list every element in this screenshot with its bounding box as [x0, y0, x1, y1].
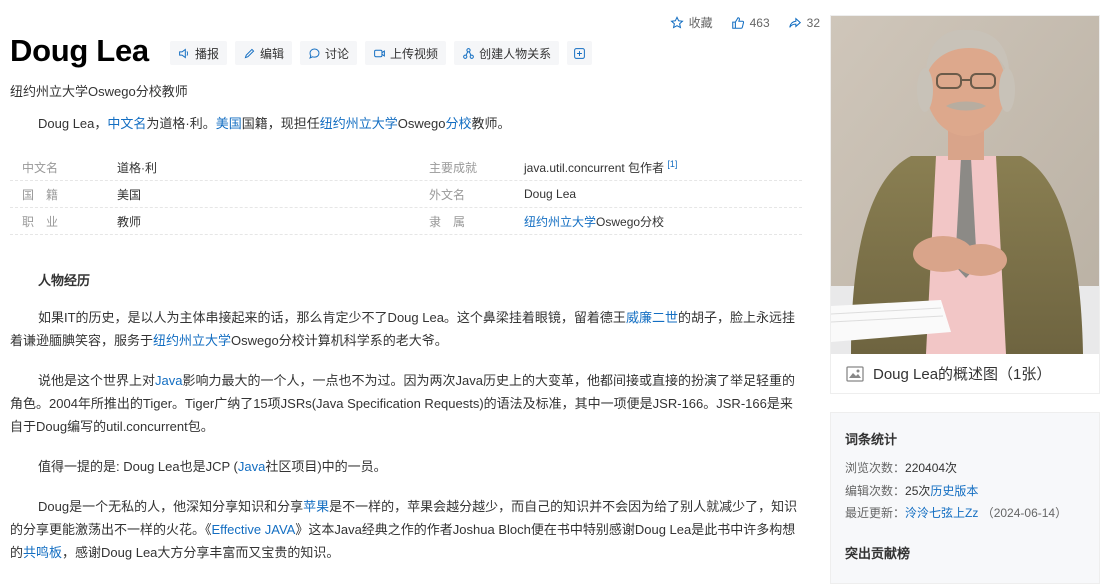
info-value-link-suny[interactable]: 纽约州立大学	[524, 215, 596, 229]
updated-by-link[interactable]: 泠泠七弦上Zz	[905, 506, 978, 520]
photo-caption[interactable]: Doug Lea的概述图（1张）	[845, 363, 1051, 384]
link-apple[interactable]: 苹果	[303, 499, 329, 514]
info-row: 国 籍 美国 外文名 Doug Lea	[10, 181, 802, 208]
overview-photo-card[interactable]: Doug Lea的概述图（1张）	[830, 15, 1100, 394]
summary-link-chinese-name[interactable]: 中文名	[107, 116, 146, 131]
info-key: 外文名	[429, 187, 466, 202]
info-row: 职 业 教师 隶 属 纽约州立大学Oswego分校	[10, 208, 802, 235]
views-label: 浏览次数：	[845, 461, 906, 475]
summary-link-campus[interactable]: 分校	[446, 116, 472, 131]
updated-label: 最近更新：	[845, 506, 906, 520]
favorite-button[interactable]: 收藏	[669, 14, 713, 31]
paragraph-text: 如果IT的历史，是以人为主体串接起来的话，那么肯定少不了Doug Lea。这个鼻…	[38, 310, 626, 325]
link-wilhelm-ii[interactable]: 威廉二世	[626, 310, 678, 325]
citation-link[interactable]: [1]	[667, 159, 677, 169]
create-relation-label: 创建人物关系	[479, 46, 552, 61]
video-camera-icon	[374, 49, 385, 57]
relation-graph-icon	[463, 47, 474, 59]
views-line: 浏览次数：220404次	[845, 459, 957, 476]
entry-toolbar: 播报 编辑 讨论 上传视频 创建人物关系	[170, 41, 593, 65]
info-value: java.util.concurrent 包作者 [1]	[524, 159, 677, 176]
updated-date: （2024-06-14）	[981, 506, 1068, 520]
info-key: 主要成就	[429, 160, 478, 175]
chat-bubble-icon	[309, 48, 320, 59]
image-gallery-icon	[846, 365, 864, 382]
person-photo[interactable]	[831, 16, 1099, 354]
summary-link-usa[interactable]: 美国	[216, 116, 242, 131]
edit-button[interactable]: 编辑	[235, 41, 293, 65]
last-updated-line: 最近更新：泠泠七弦上Zz （2024-06-14）	[845, 504, 1067, 521]
info-value-text: java.util.concurrent 包作者	[524, 160, 665, 175]
discuss-button[interactable]: 讨论	[300, 41, 358, 65]
link-suny[interactable]: 纽约州立大学	[153, 333, 231, 348]
create-relation-button[interactable]: 创建人物关系	[454, 41, 560, 65]
link-java[interactable]: Java	[238, 459, 265, 474]
discuss-label: 讨论	[325, 46, 350, 61]
share-icon	[788, 16, 801, 28]
info-value-text: Oswego分校	[596, 214, 665, 229]
info-value-link-usa[interactable]: 美国	[117, 186, 417, 203]
photo-caption-text: Doug Lea的概述图（1张）	[873, 366, 1052, 383]
info-key: 中文名	[22, 160, 59, 175]
upload-video-label: 上传视频	[390, 46, 439, 61]
article-paragraph: 说他是这个世界上对Java影响力最大的一个人，一点也不为过。因为两次Java历史…	[10, 369, 800, 438]
entry-subtitle: 纽约州立大学Oswego分校教师	[10, 84, 188, 99]
edit-label: 编辑	[260, 46, 285, 61]
paragraph-text: Doug是一个无私的人，他深知分享知识和分享	[38, 499, 304, 514]
like-count: 463	[749, 15, 770, 30]
more-tools-button[interactable]	[567, 41, 593, 65]
history-versions-link[interactable]: 历史版本	[930, 484, 978, 498]
paragraph-text: 值得一提的是: Doug Lea也是JCP (	[38, 459, 238, 474]
summary-text: 为道格·利。	[146, 116, 216, 131]
plus-square-icon	[574, 47, 585, 59]
edits-value: 25次	[905, 484, 931, 498]
summary-text: 国籍，现担任	[241, 116, 320, 131]
person-photo-illustration	[831, 16, 1099, 354]
link-effective-java[interactable]: Effective JAVA	[212, 522, 296, 537]
section-heading: 人物经历	[38, 273, 91, 288]
article-paragraph: 如果IT的历史，是以人为主体串接起来的话，那么肯定少不了Doug Lea。这个鼻…	[10, 306, 800, 352]
article-paragraph: Doug是一个无私的人，他深知分享知识和分享苹果是不一样的，苹果会越分越少，而自…	[10, 495, 800, 564]
favorite-label: 收藏	[688, 16, 713, 30]
link-sounding-board[interactable]: 共鸣板	[23, 545, 62, 560]
link-java[interactable]: Java	[155, 373, 182, 388]
info-key: 职 业	[22, 214, 59, 229]
entry-stats-bar: 收藏 463 32	[669, 14, 820, 31]
entry-statistics-card: 词条统计 浏览次数：220404次 编辑次数：25次历史版本 最近更新：泠泠七弦…	[830, 412, 1100, 584]
info-row: 中文名 道格·利 主要成就 java.util.concurrent 包作者 […	[10, 154, 802, 181]
info-key: 国 籍	[22, 187, 59, 202]
entry-summary: Doug Lea，中文名为道格·利。美国国籍，现担任纽约州立大学Oswego分校…	[38, 113, 511, 132]
info-value: 道格·利	[117, 160, 157, 175]
info-key: 隶 属	[429, 214, 466, 229]
paragraph-text: 说他是这个世界上对	[38, 373, 156, 388]
star-icon	[669, 15, 684, 29]
paragraph-text: Oswego分校计算机科学系的老大爷。	[231, 333, 448, 348]
edits-line: 编辑次数：25次历史版本	[845, 482, 978, 499]
share-count: 32	[806, 15, 820, 30]
paragraph-text: 社区项目)中的一员。	[265, 459, 387, 474]
summary-text: Oswego	[397, 116, 446, 131]
paragraph-text: ，感谢Doug Lea大方分享丰富而又宝贵的知识。	[62, 545, 340, 560]
edits-label: 编辑次数：	[845, 484, 906, 498]
statistics-title: 词条统计	[845, 432, 898, 447]
speaker-icon	[179, 47, 189, 59]
page-title: Doug Lea	[10, 33, 149, 68]
article-paragraph: 值得一提的是: Doug Lea也是JCP (Java社区项目)中的一员。	[10, 455, 800, 478]
summary-link-suny[interactable]: 纽约州立大学	[320, 116, 398, 131]
thumbs-up-icon	[731, 16, 744, 29]
info-value: 纽约州立大学Oswego分校	[524, 213, 664, 230]
like-button[interactable]: 463	[731, 16, 770, 30]
contributors-title: 突出贡献榜	[845, 546, 911, 561]
info-value: Doug Lea	[524, 187, 577, 201]
views-value: 220404次	[905, 461, 958, 475]
share-button[interactable]: 32	[788, 16, 820, 30]
pencil-icon	[244, 48, 255, 58]
play-audio-label: 播报	[195, 46, 220, 61]
play-audio-button[interactable]: 播报	[170, 41, 228, 65]
summary-text: 教师。	[471, 116, 511, 131]
summary-text: Doug Lea，	[38, 116, 108, 131]
info-value: 教师	[117, 214, 142, 229]
upload-video-button[interactable]: 上传视频	[365, 41, 447, 65]
basic-info-table: 中文名 道格·利 主要成就 java.util.concurrent 包作者 […	[10, 154, 802, 235]
